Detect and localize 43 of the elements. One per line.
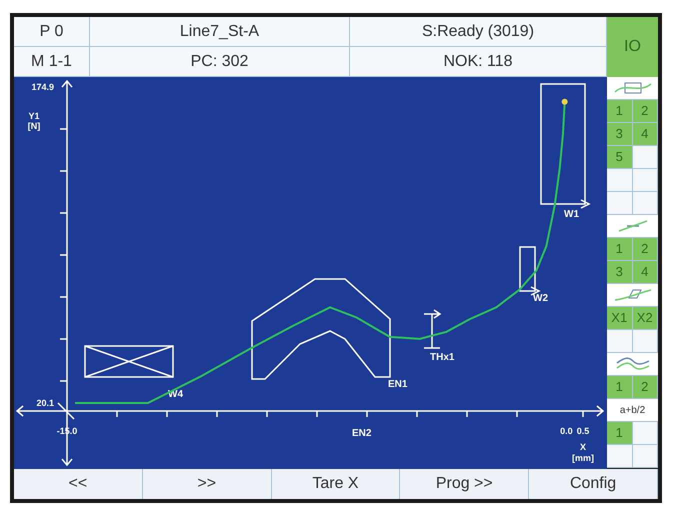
header-field: M 1-1 — [14, 47, 90, 77]
end-point-dot — [562, 98, 568, 105]
window-label: THx1 — [430, 352, 454, 363]
header-field: Line7_St-A — [90, 17, 350, 47]
formula-label: a+b/2 — [607, 399, 658, 422]
softkey-button[interactable]: Prog >> — [400, 469, 530, 499]
threshold-marker — [423, 309, 442, 349]
header-field: PC: 302 — [90, 47, 350, 77]
channel-toggle[interactable]: 3 — [607, 123, 632, 146]
softkey-button[interactable]: Config — [529, 469, 658, 499]
channel-toggle[interactable]: 4 — [632, 123, 658, 146]
io-button[interactable]: IO — [607, 17, 658, 77]
channel-toggle[interactable]: 5 — [607, 146, 632, 169]
window-label: EN2 — [352, 428, 372, 439]
header-field: P 0 — [14, 17, 90, 47]
y-axis-label: Y1 [N] — [28, 111, 40, 131]
window-curve-icon — [612, 80, 652, 96]
header-field: S:Ready (3019) — [350, 17, 607, 47]
x-tick-label: 0.5 — [576, 426, 590, 436]
channel-toggle[interactable]: X1 — [607, 307, 632, 330]
channel-toggle[interactable]: 2 — [632, 376, 658, 399]
window-label: W1 — [564, 209, 579, 220]
header-field: NOK: 118 — [350, 47, 607, 77]
softkey-button[interactable]: Tare X — [272, 469, 400, 499]
channel-toggle[interactable]: 3 — [607, 261, 632, 284]
softkey-button[interactable]: << — [14, 469, 143, 499]
evaluation-window — [519, 246, 541, 296]
channel-toggle[interactable]: 1 — [607, 238, 632, 261]
softkey-button[interactable]: >> — [142, 469, 272, 499]
channel-toggle[interactable]: 2 — [632, 100, 658, 123]
channel-toggle[interactable]: 1 — [607, 376, 632, 399]
channel-toggle[interactable]: 4 — [632, 261, 658, 284]
window-label: EN1 — [388, 379, 408, 390]
channel-toggle[interactable]: 1 — [607, 100, 632, 123]
window-label: W2 — [533, 293, 548, 304]
band-curve-icon — [612, 287, 652, 303]
channel-toggle[interactable]: 1 — [607, 422, 632, 445]
x-tick-label: 0.0 — [560, 426, 573, 436]
channel-toggle[interactable]: 2 — [632, 238, 658, 261]
y-tick-label: 174.9 — [31, 82, 54, 92]
channel-toggle[interactable]: X2 — [632, 307, 658, 330]
y-tick-label: 20.1 — [36, 398, 54, 408]
x-axis-label: X [mm] — [572, 442, 594, 463]
